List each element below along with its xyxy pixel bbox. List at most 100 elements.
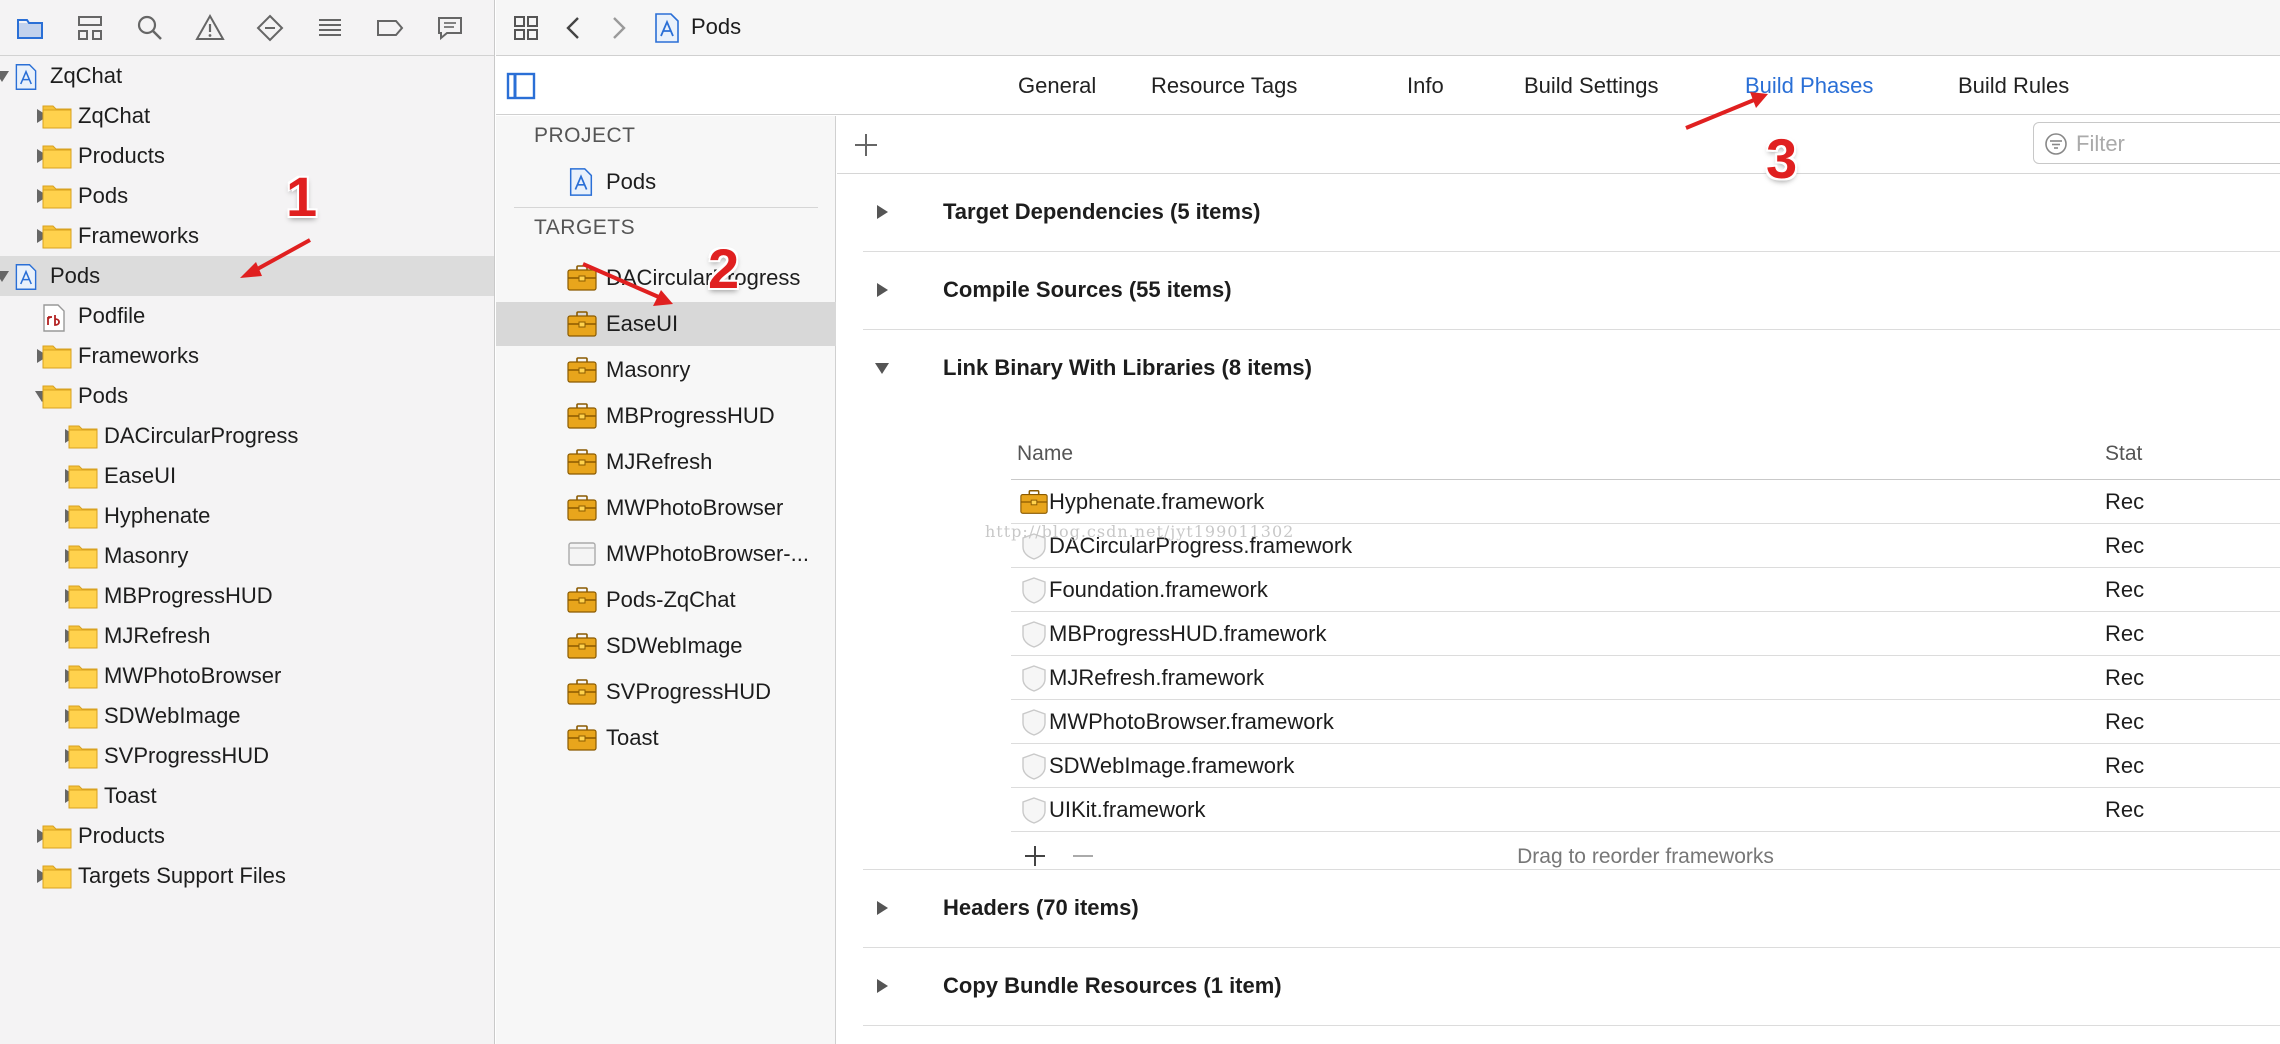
column-header-name[interactable]: Name (1017, 442, 1073, 466)
tree-row[interactable]: Targets Support Files (0, 856, 494, 896)
project-item-pods[interactable]: Pods (496, 160, 836, 204)
target-icon (567, 587, 597, 613)
tree-row[interactable]: Hyphenate (0, 496, 494, 536)
library-row[interactable]: Hyphenate.framework Rec (1011, 480, 2280, 524)
target-row[interactable]: MWPhotoBrowser (496, 486, 836, 530)
phase-headers: Headers (70 items) (863, 870, 2280, 948)
library-row[interactable]: Foundation.framework Rec (1011, 568, 2280, 612)
tree-row[interactable]: MWPhotoBrowser (0, 656, 494, 696)
warning-icon[interactable] (190, 8, 230, 48)
target-row[interactable]: MWPhotoBrowser-... (496, 532, 836, 576)
tree-row-label: Toast (104, 783, 157, 808)
tree-row-label: Pods (50, 263, 101, 288)
filter-field[interactable] (2033, 122, 2280, 164)
jump-bar-title[interactable]: Pods (691, 14, 741, 40)
folder-icon (68, 705, 98, 729)
disclosure-closed-icon (877, 205, 888, 219)
hierarchy-icon[interactable] (70, 8, 110, 48)
library-status[interactable]: Rec (2105, 489, 2144, 515)
target-icon (1020, 490, 1048, 514)
jump-bar: Pods (496, 0, 2280, 56)
project-section-header: PROJECT (534, 124, 636, 147)
phase-header[interactable]: Target Dependencies (5 items) (863, 174, 2280, 250)
tab-build-phases[interactable]: Build Phases (1745, 73, 1873, 99)
target-row[interactable]: Pods-ZqChat (496, 578, 836, 622)
tree-row[interactable]: Podfile (0, 296, 494, 336)
folder-icon (42, 825, 72, 849)
library-status[interactable]: Rec (2105, 709, 2144, 735)
target-row[interactable]: MJRefresh (496, 440, 836, 484)
tab-build-settings[interactable]: Build Settings (1524, 73, 1659, 99)
phase-header[interactable]: Compile Sources (55 items) (863, 252, 2280, 328)
tree-row[interactable]: Products (0, 816, 494, 856)
breakpoint-icon[interactable] (370, 8, 410, 48)
target-row[interactable]: MBProgressHUD (496, 394, 836, 438)
library-status[interactable]: Rec (2105, 665, 2144, 691)
phase-header[interactable]: Copy Bundle Resources (1 item) (863, 948, 2280, 1024)
annotation-number-1: 1 (286, 165, 318, 228)
target-row[interactable]: Masonry (496, 348, 836, 392)
tree-row[interactable]: Frameworks (0, 216, 494, 256)
tree-row[interactable]: Toast (0, 776, 494, 816)
tree-row-label: Pods (78, 183, 129, 208)
add-build-phase-button[interactable] (851, 130, 881, 160)
folder-icon (42, 185, 72, 209)
target-row[interactable]: SVProgressHUD (496, 670, 836, 714)
tab-build-rules[interactable]: Build Rules (1958, 73, 2069, 99)
filter-input[interactable] (2074, 128, 2278, 160)
framework-icon (1022, 709, 1046, 736)
library-row[interactable]: MBProgressHUD.framework Rec (1011, 612, 2280, 656)
phase-header[interactable]: Headers (70 items) (863, 870, 2280, 946)
tree-row[interactable]: SDWebImage (0, 696, 494, 736)
back-button[interactable] (556, 10, 592, 46)
related-items-button[interactable] (508, 10, 544, 46)
tree-row[interactable]: DACircularProgress (0, 416, 494, 456)
library-row[interactable]: SDWebImage.framework Rec (1011, 744, 2280, 788)
sidebar-toggle-icon[interactable] (506, 71, 536, 101)
target-icon (567, 265, 597, 291)
test-icon[interactable] (250, 8, 290, 48)
tree-row[interactable]: Frameworks (0, 336, 494, 376)
tree-row[interactable]: MJRefresh (0, 616, 494, 656)
target-row-label: MWPhotoBrowser (606, 495, 784, 520)
annotation-number-3: 3 (1766, 127, 1798, 190)
target-row[interactable]: SDWebImage (496, 624, 836, 668)
tab-info[interactable]: Info (1407, 73, 1444, 99)
library-status[interactable]: Rec (2105, 753, 2144, 779)
target-icon (567, 357, 597, 383)
tree-row[interactable]: ZqChat (0, 56, 494, 96)
tree-row[interactable]: Masonry (0, 536, 494, 576)
column-header-status[interactable]: Stat (2105, 442, 2142, 466)
library-status[interactable]: Rec (2105, 577, 2144, 603)
grid-icon (514, 16, 538, 40)
tab-resource-tags[interactable]: Resource Tags (1151, 73, 1297, 99)
debug-icon[interactable] (310, 8, 350, 48)
tree-row[interactable]: Products (0, 136, 494, 176)
folder-icon[interactable] (10, 8, 50, 48)
phase-header[interactable]: Link Binary With Libraries (8 items) (863, 330, 2280, 406)
target-row[interactable]: DACircularProgress (496, 256, 836, 300)
tab-general[interactable]: General (1018, 73, 1096, 99)
tree-row[interactable]: MBProgressHUD (0, 576, 494, 616)
tree-row[interactable]: EaseUI (0, 456, 494, 496)
project-file-icon (15, 264, 37, 290)
tree-row[interactable]: Pods (0, 256, 494, 296)
target-row[interactable]: EaseUI (496, 302, 836, 346)
disclosure-open-icon[interactable] (0, 66, 12, 86)
disclosure-open-icon[interactable] (0, 266, 12, 286)
tree-row[interactable]: ZqChat (0, 96, 494, 136)
tree-row[interactable]: Pods (0, 376, 494, 416)
library-status[interactable]: Rec (2105, 533, 2144, 559)
tree-row[interactable]: SVProgressHUD (0, 736, 494, 776)
report-icon[interactable] (430, 8, 470, 48)
library-row[interactable]: UIKit.framework Rec (1011, 788, 2280, 832)
phase-title: Compile Sources (55 items) (943, 277, 1232, 302)
library-status[interactable]: Rec (2105, 621, 2144, 647)
tree-row[interactable]: Pods (0, 176, 494, 216)
library-row[interactable]: MJRefresh.framework Rec (1011, 656, 2280, 700)
library-status[interactable]: Rec (2105, 797, 2144, 823)
forward-button[interactable] (600, 10, 636, 46)
target-row[interactable]: Toast (496, 716, 836, 760)
search-icon[interactable] (130, 8, 170, 48)
library-row[interactable]: MWPhotoBrowser.framework Rec (1011, 700, 2280, 744)
